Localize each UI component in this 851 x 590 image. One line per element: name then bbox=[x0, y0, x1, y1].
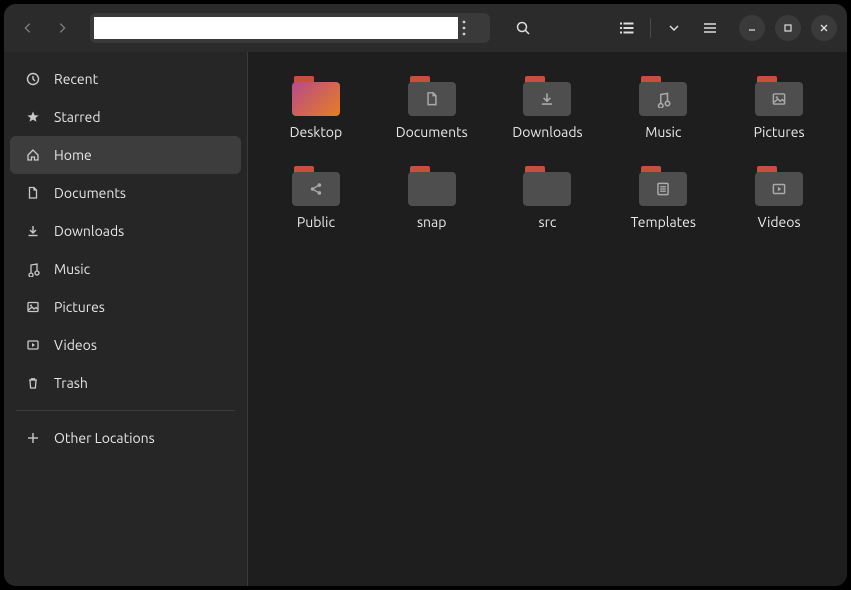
folder-videos[interactable]: Videos bbox=[723, 162, 835, 238]
folder-label: Public bbox=[297, 214, 335, 230]
sidebar-item-label: Pictures bbox=[54, 299, 105, 315]
folder-src[interactable]: src bbox=[492, 162, 604, 238]
document-icon bbox=[24, 185, 42, 201]
music-icon bbox=[24, 261, 42, 277]
plus-icon bbox=[24, 430, 42, 446]
folder-snap[interactable]: snap bbox=[376, 162, 488, 238]
sidebar-separator bbox=[16, 410, 235, 411]
document-icon bbox=[408, 82, 456, 116]
sidebar-item-videos[interactable]: Videos bbox=[10, 326, 241, 364]
forward-button[interactable] bbox=[48, 14, 76, 42]
videos-icon bbox=[755, 172, 803, 206]
sidebar-item-other-locations[interactable]: Other Locations bbox=[10, 419, 241, 457]
maximize-button[interactable] bbox=[775, 15, 801, 41]
home-icon bbox=[24, 147, 42, 163]
folder-icon bbox=[523, 166, 571, 206]
folder-desktop[interactable]: Desktop bbox=[260, 72, 372, 148]
folder-downloads[interactable]: Downloads bbox=[492, 72, 604, 148]
folder-label: Downloads bbox=[512, 124, 582, 140]
folder-icon bbox=[639, 76, 687, 116]
sidebar: Recent Starred Home Documents Downloads Music… bbox=[4, 52, 248, 586]
icon-grid: Desktop Documents Downloads Music Pictures Pu… bbox=[260, 72, 835, 238]
sidebar-item-home[interactable]: Home bbox=[10, 136, 241, 174]
videos-icon bbox=[24, 337, 42, 353]
back-button[interactable] bbox=[14, 14, 42, 42]
templates-icon bbox=[639, 172, 687, 206]
pictures-icon bbox=[24, 299, 42, 315]
folder-templates[interactable]: Templates bbox=[607, 162, 719, 238]
download-icon bbox=[24, 223, 42, 239]
folder-icon bbox=[639, 166, 687, 206]
view-dropdown-button[interactable] bbox=[659, 13, 689, 43]
location-input[interactable] bbox=[94, 17, 458, 39]
file-manager-window: Recent Starred Home Documents Downloads Music… bbox=[4, 4, 847, 586]
folder-icon bbox=[523, 76, 571, 116]
sidebar-item-label: Trash bbox=[54, 375, 88, 391]
pictures-icon bbox=[755, 82, 803, 116]
share-icon bbox=[292, 172, 340, 206]
folder-icon bbox=[292, 166, 340, 206]
folder-music[interactable]: Music bbox=[607, 72, 719, 148]
folder-icon bbox=[408, 76, 456, 116]
sidebar-item-pictures[interactable]: Pictures bbox=[10, 288, 241, 326]
sidebar-item-label: Music bbox=[54, 261, 90, 277]
sidebar-item-label: Starred bbox=[54, 109, 101, 125]
path-bar bbox=[90, 13, 490, 43]
close-button[interactable] bbox=[811, 15, 837, 41]
sidebar-item-documents[interactable]: Documents bbox=[10, 174, 241, 212]
sidebar-item-music[interactable]: Music bbox=[10, 250, 241, 288]
folder-icon bbox=[292, 76, 340, 116]
folder-public[interactable]: Public bbox=[260, 162, 372, 238]
folder-label: Pictures bbox=[754, 124, 805, 140]
sidebar-item-trash[interactable]: Trash bbox=[10, 364, 241, 402]
sidebar-item-label: Videos bbox=[54, 337, 97, 353]
separator bbox=[650, 18, 651, 38]
pathbar-menu-button[interactable] bbox=[462, 20, 486, 36]
folder-label: Desktop bbox=[290, 124, 343, 140]
folder-label: Music bbox=[645, 124, 681, 140]
minimize-button[interactable] bbox=[739, 15, 765, 41]
folder-label: Templates bbox=[631, 214, 696, 230]
music-icon bbox=[639, 82, 687, 116]
sidebar-item-label: Other Locations bbox=[54, 430, 155, 446]
folder-documents[interactable]: Documents bbox=[376, 72, 488, 148]
headerbar bbox=[4, 4, 847, 52]
download-icon bbox=[523, 82, 571, 116]
star-icon bbox=[24, 109, 42, 125]
search-button[interactable] bbox=[508, 13, 538, 43]
hamburger-menu-button[interactable] bbox=[695, 13, 725, 43]
sidebar-item-starred[interactable]: Starred bbox=[10, 98, 241, 136]
content-area[interactable]: Desktop Documents Downloads Music Pictures Pu… bbox=[248, 52, 847, 586]
view-list-button[interactable] bbox=[612, 13, 642, 43]
sidebar-item-downloads[interactable]: Downloads bbox=[10, 212, 241, 250]
folder-icon bbox=[755, 166, 803, 206]
trash-icon bbox=[24, 375, 42, 391]
folder-pictures[interactable]: Pictures bbox=[723, 72, 835, 148]
clock-icon bbox=[24, 71, 42, 87]
folder-label: Documents bbox=[396, 124, 468, 140]
sidebar-item-label: Home bbox=[54, 147, 92, 163]
sidebar-item-recent[interactable]: Recent bbox=[10, 60, 241, 98]
folder-label: Videos bbox=[758, 214, 801, 230]
folder-label: snap bbox=[417, 214, 446, 230]
folder-label: src bbox=[539, 214, 557, 230]
sidebar-item-label: Documents bbox=[54, 185, 126, 201]
folder-icon bbox=[755, 76, 803, 116]
folder-icon bbox=[408, 166, 456, 206]
sidebar-item-label: Downloads bbox=[54, 223, 124, 239]
sidebar-item-label: Recent bbox=[54, 71, 98, 87]
